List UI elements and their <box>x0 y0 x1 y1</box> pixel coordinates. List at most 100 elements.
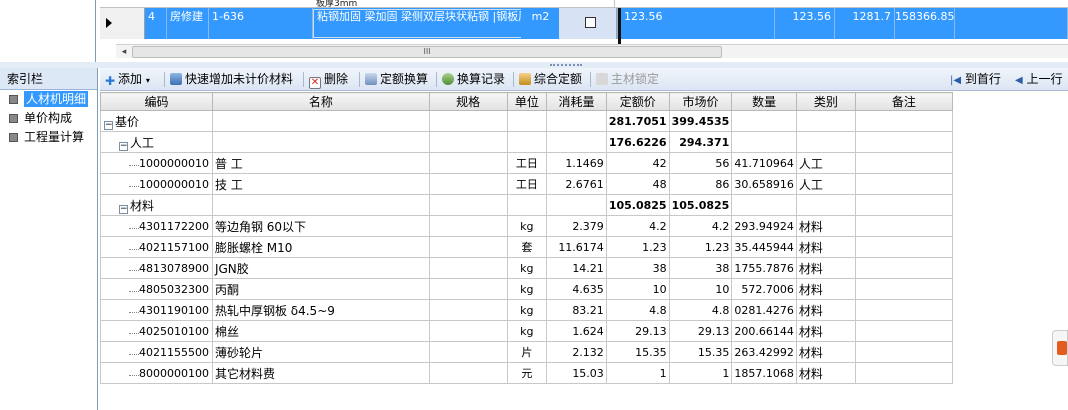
cell-unit[interactable] <box>506 110 548 132</box>
cell-amount[interactable]: 263.42992 <box>731 341 797 363</box>
selected-quota-row[interactable]: 4 房修建 1-636 粘钢加固 梁加固 梁侧双层块状粘钢 |钢板厚10mm m… <box>100 8 1068 44</box>
cell-amount[interactable]: 41.710964 <box>731 152 797 174</box>
cell-amount[interactable]: 1857.1068 <box>731 362 797 384</box>
cell-quota[interactable]: 38 <box>605 257 670 279</box>
cell-spec[interactable] <box>428 152 508 174</box>
table-row[interactable]: 4021157100 膨胀螺栓 M10 套 11.6174 1.23 1.23 35.445… <box>100 236 954 258</box>
horizontal-scrollbar[interactable]: ◂ III <box>116 44 1068 58</box>
cell-spec[interactable] <box>428 341 508 363</box>
cell-market[interactable]: 1 <box>668 362 733 384</box>
cell-unit[interactable]: kg <box>506 278 548 300</box>
cell-consume[interactable] <box>546 131 607 153</box>
cell-name[interactable]: 棉丝 <box>211 320 430 342</box>
cell-consume[interactable]: 2.132 <box>546 341 607 363</box>
col-header-note[interactable]: 备注 <box>854 92 954 111</box>
cell-quota[interactable]: 4.2 <box>605 215 670 237</box>
collapse-toggle-icon[interactable]: − <box>119 141 128 151</box>
cell-amount[interactable]: 30.658916 <box>731 173 797 195</box>
cell-spec[interactable] <box>428 257 508 279</box>
cell-amount[interactable]: 293.94924 <box>731 215 797 237</box>
table-row[interactable]: 8000000100 其它材料费元 15.03 1 1 1857.1068 材料 <box>100 362 954 384</box>
table-row[interactable]: 4025010100 棉丝 kg 1.624 29.13 29.13 200.66144 材料 <box>100 320 954 342</box>
cell-spec[interactable] <box>428 362 508 384</box>
cell-unit[interactable]: 元 <box>506 362 548 384</box>
cell-quota[interactable]: 4.8 <box>605 299 670 321</box>
table-row[interactable]: 4301190100 热轧中厚钢板 δ4.5~9 kg 83.21 4.8 4.8 0281… <box>100 299 954 321</box>
add-button[interactable]: ✚ 添加 ▾ <box>105 71 150 88</box>
cell-code[interactable]: 4021155500 <box>100 341 213 363</box>
cell-amount[interactable]: 200.66144 <box>731 320 797 342</box>
cell-spec[interactable] <box>428 320 508 342</box>
cell-name[interactable]: 膨胀螺栓 M10 <box>211 236 430 258</box>
cell-name[interactable] <box>211 131 430 153</box>
cell-spec[interactable] <box>428 299 508 321</box>
cell-type[interactable]: 人工 <box>795 173 856 195</box>
table-row[interactable]: 1000000010 普 工 工日 1.1469 42 56 41.710964 人工 <box>100 152 954 174</box>
cell-type[interactable]: 材料 <box>795 215 856 237</box>
cell-type[interactable]: 材料 <box>795 257 856 279</box>
cell-code[interactable]: 4021157100 <box>100 236 213 258</box>
cell-name[interactable] <box>211 110 430 132</box>
cell-type[interactable]: 人工 <box>795 152 856 174</box>
cell-type[interactable] <box>795 131 856 153</box>
splitter-grip-icon[interactable] <box>550 64 582 66</box>
cell-consume[interactable]: 4.635 <box>546 278 607 300</box>
cell-note[interactable] <box>854 362 954 384</box>
cell-quota[interactable]: 281.7051 <box>605 110 670 132</box>
convert-log-button[interactable]: 换算记录 <box>442 71 505 88</box>
cell-quota[interactable]: 42 <box>605 152 670 174</box>
cell-note[interactable] <box>854 341 954 363</box>
composite-quota-button[interactable]: 综合定额 <box>519 71 582 88</box>
cell-quota[interactable]: 48 <box>605 173 670 195</box>
cell-note[interactable] <box>854 131 954 153</box>
col-header-consumption[interactable]: 消耗量 <box>546 92 607 111</box>
cell-amount[interactable] <box>731 194 797 216</box>
cell-market[interactable]: 4.8 <box>668 299 733 321</box>
scrollbar-thumb[interactable]: III <box>132 46 722 58</box>
cell-market[interactable]: 105.0825 <box>668 194 733 216</box>
cell-note[interactable] <box>854 236 954 258</box>
cell-amount[interactable]: 0281.4276 <box>731 299 797 321</box>
cell-amount[interactable]: 1755.7876 <box>731 257 797 279</box>
cell-name[interactable]: 热轧中厚钢板 δ4.5~9 <box>211 299 430 321</box>
cell-market[interactable]: 10 <box>668 278 733 300</box>
quota-convert-button[interactable]: 定额换算 <box>365 71 428 88</box>
prev-row[interactable]: 板厚3mm <box>100 0 1068 8</box>
cell-consume[interactable]: 1.624 <box>546 320 607 342</box>
cell-name[interactable]: JGN胶 <box>211 257 430 279</box>
collapse-toggle-icon[interactable]: − <box>119 204 128 214</box>
cell-spec[interactable] <box>428 215 508 237</box>
cell-unit[interactable]: kg <box>506 320 548 342</box>
cell-type[interactable]: 材料 <box>795 278 856 300</box>
cell-name[interactable]: 技 工 <box>211 173 430 195</box>
cell-consume[interactable] <box>546 110 607 132</box>
index-item-unit-price[interactable]: 单价构成 <box>0 109 97 128</box>
cell-spec[interactable] <box>428 278 508 300</box>
cell-quota[interactable]: 1.23 <box>605 236 670 258</box>
cell-quota[interactable]: 1 <box>605 362 670 384</box>
table-row[interactable]: 4805032300 丙酮 kg 4.635 10 10 572.7006 材料 <box>100 278 954 300</box>
cell-type[interactable]: 材料 <box>795 341 856 363</box>
row-checkbox[interactable] <box>585 17 596 28</box>
cell-market[interactable]: 38 <box>668 257 733 279</box>
cell-consume[interactable]: 1.1469 <box>546 152 607 174</box>
cell-unit[interactable]: 工日 <box>506 152 548 174</box>
quick-add-material-button[interactable]: 快速增加未计价材料 <box>170 71 293 88</box>
index-item-quantity-calc[interactable]: 工程量计算 <box>0 128 97 147</box>
cell-unit[interactable]: 套 <box>506 236 548 258</box>
col-header-quota-price[interactable]: 定额价 <box>605 92 670 111</box>
cell-code[interactable]: − 材料 <box>100 194 213 216</box>
cell-type[interactable]: 材料 <box>795 236 856 258</box>
col-header-market-price[interactable]: 市场价 <box>668 92 733 111</box>
col-header-spec[interactable]: 规格 <box>428 92 508 111</box>
table-row[interactable]: 4021155500 薄砂轮片片 2.132 15.35 15.35 263.42992 材… <box>100 341 954 363</box>
cell-code[interactable]: 4301190100 <box>100 299 213 321</box>
cell-code[interactable]: − 基价 <box>100 110 213 132</box>
cell-unit[interactable]: kg <box>506 299 548 321</box>
cell-name[interactable]: 其它材料费 <box>211 362 430 384</box>
main-material-lock-button[interactable]: 主材锁定 <box>596 71 659 88</box>
cell-note[interactable] <box>854 320 954 342</box>
cell-note[interactable] <box>854 257 954 279</box>
cell-quota[interactable]: 15.35 <box>605 341 670 363</box>
cell-name[interactable]: 薄砂轮片 <box>211 341 430 363</box>
